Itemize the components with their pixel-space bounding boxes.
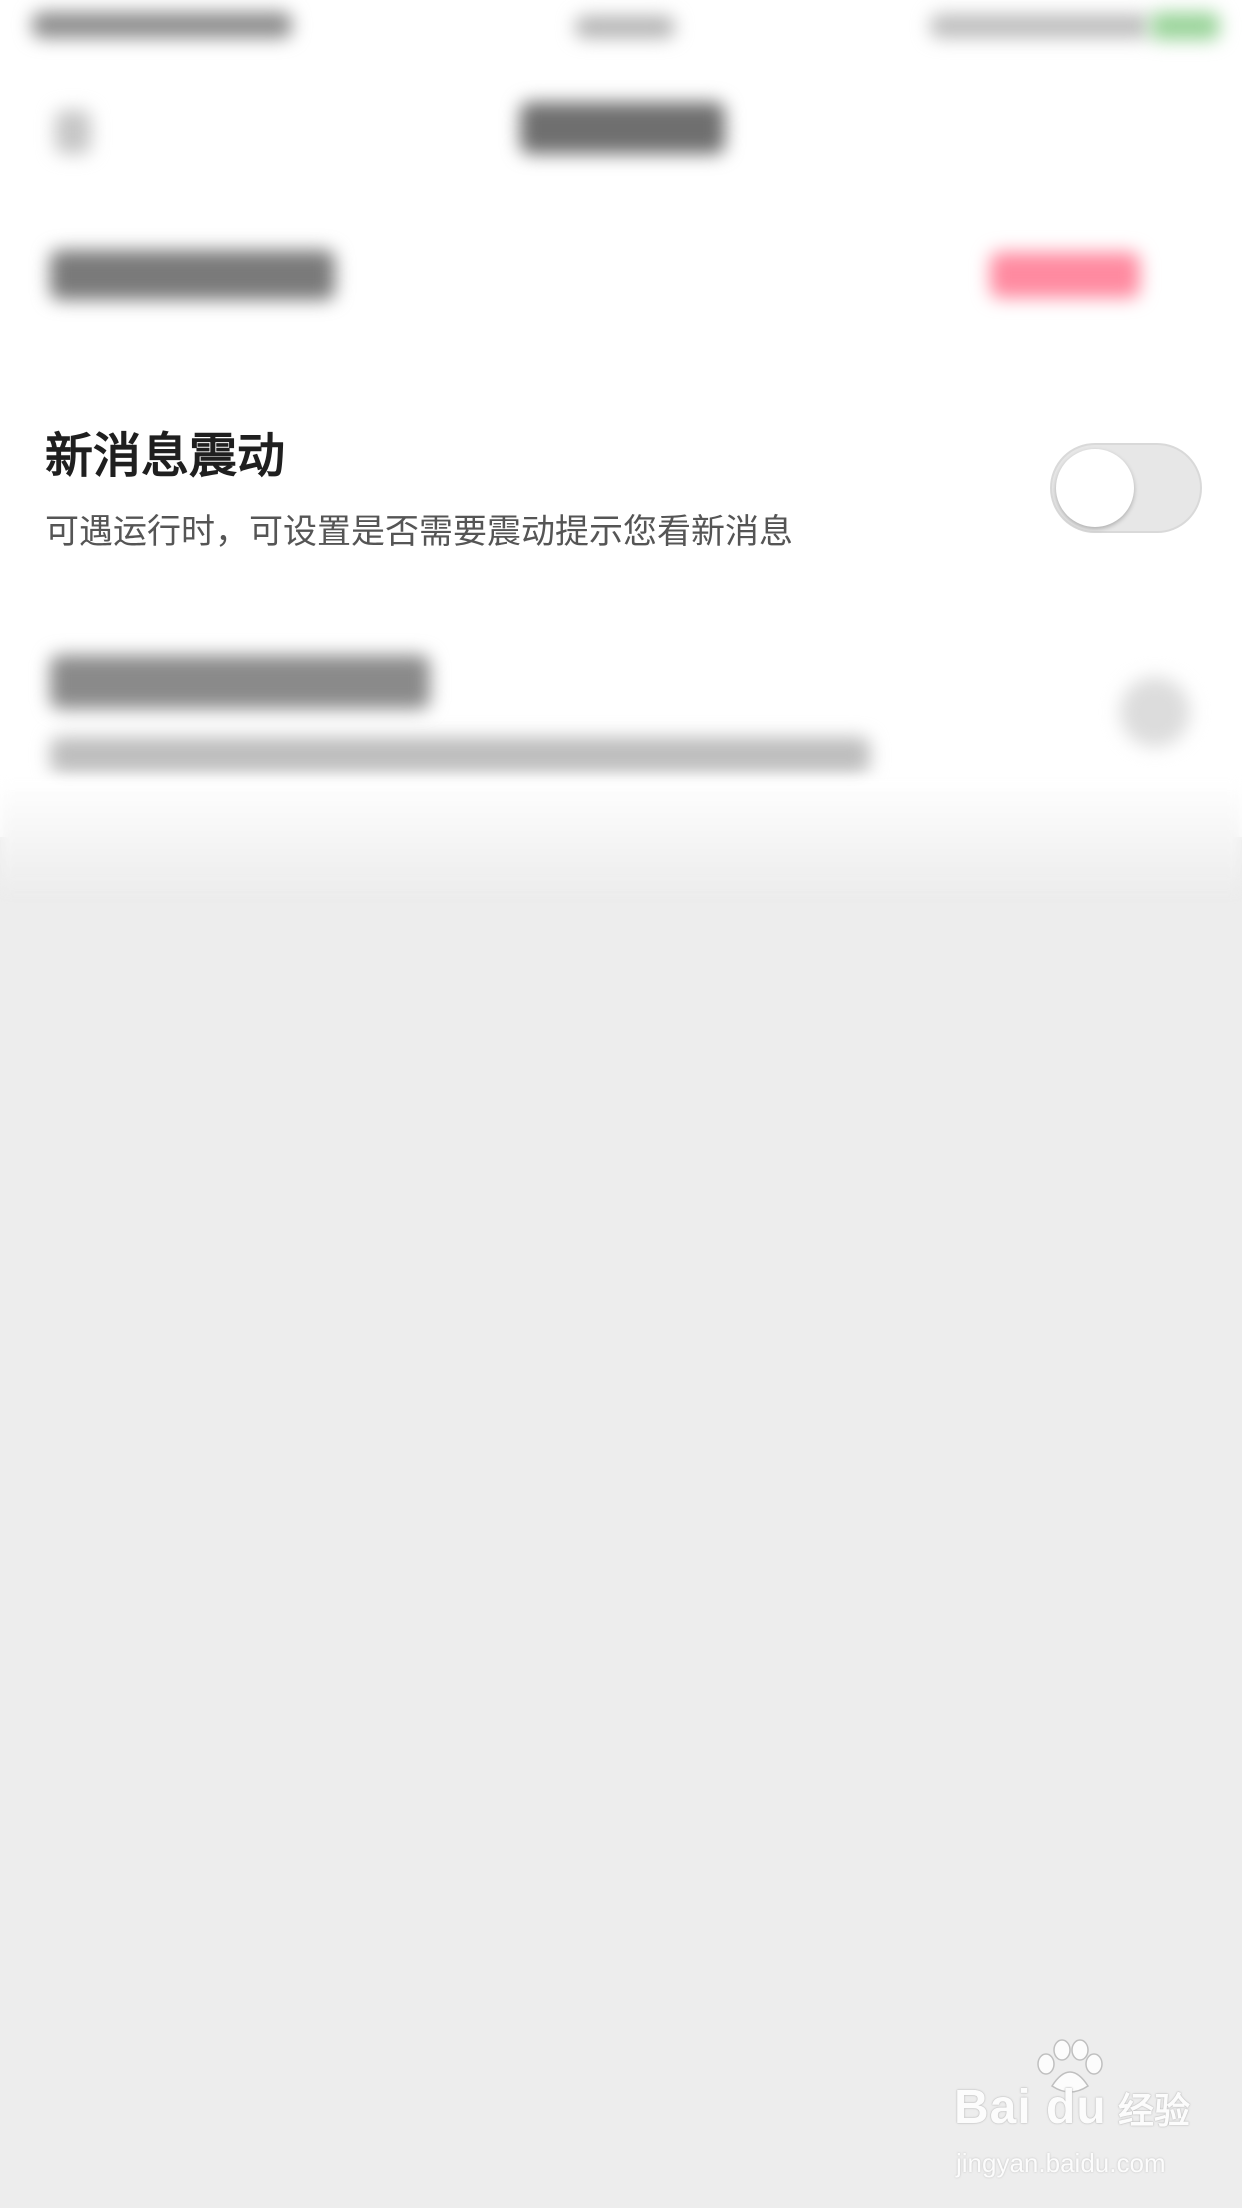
navigation-bar-blurred [0,62,1242,212]
setting-description: 可遇运行时，可设置是否需要震动提示您看新消息 [45,512,793,552]
page-title-blurred [520,102,725,154]
status-time-blurred [575,16,675,38]
blur-fade [0,780,1242,890]
setting-label-blurred [50,250,335,300]
status-bar-blurred [0,0,1242,62]
toggle-blurred [1120,677,1190,747]
vibration-toggle[interactable] [1050,443,1202,533]
setting-description-blurred [50,737,870,773]
battery-icon [1150,12,1220,40]
back-icon[interactable] [55,110,91,154]
status-icons-blurred [930,14,1150,38]
setting-value-blurred [990,252,1140,298]
setting-row-blurred-top [0,212,1242,377]
toggle-knob [1056,449,1134,527]
baidu-jingyan-watermark: Bai du 经验 jingyan.baidu.com [950,2039,1191,2188]
status-carrier-blurred [32,12,292,38]
setting-title: 新消息震动 [45,428,286,484]
settings-page: 新消息震动 可遇运行时，可设置是否需要震动提示您看新消息 Bai du 经验 j… [0,0,1242,2208]
watermark-url: jingyan.baidu.com [956,2148,1166,2178]
watermark-brand: Bai du [954,2081,1107,2134]
setting-label-blurred [50,655,430,709]
setting-row-new-message-vibration: 新消息震动 可遇运行时，可设置是否需要震动提示您看新消息 [0,377,1242,607]
watermark-brand-cn: 经验 [1118,2091,1191,2132]
